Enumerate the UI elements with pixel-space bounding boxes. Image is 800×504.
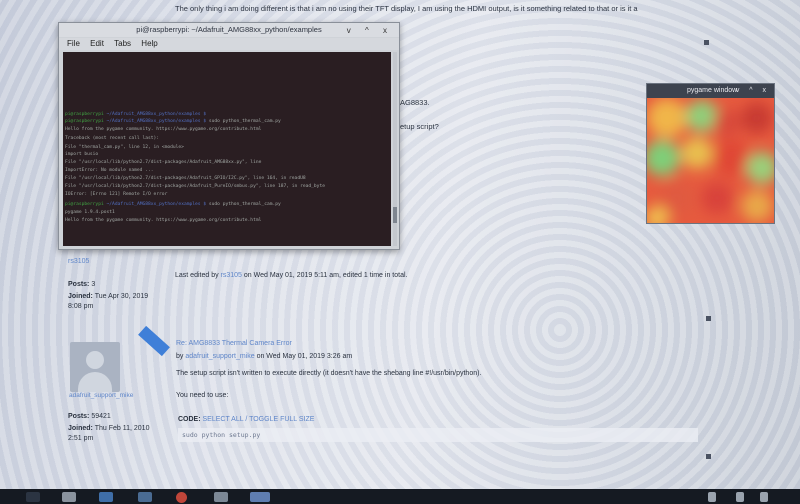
- terminal-line: pygame 1.9.4.post1: [65, 210, 115, 215]
- post-byline: by adafruit_support_mike on Wed May 01, …: [176, 353, 353, 360]
- post-author-link[interactable]: adafruit_support_mike: [185, 353, 254, 360]
- author-stats: Posts: 59421 Joined: Thu Feb 11, 2010 2:…: [68, 413, 150, 442]
- scrollbar-thumb[interactable]: [393, 207, 397, 223]
- system-tray-icon[interactable]: [736, 492, 744, 502]
- post-ribbon-badge: [138, 325, 170, 357]
- start-menu-icon[interactable]: [26, 492, 40, 502]
- avatar-body-shape: [78, 372, 112, 392]
- post-text-line: The only thing i am doing different is t…: [175, 4, 638, 13]
- terminal-title-bar[interactable]: pi@raspberrypi: ~/Adafruit_AMG88xx_pytho…: [59, 23, 399, 37]
- terminal-line: File "/usr/local/lib/python2.7/dist-pack…: [65, 176, 306, 181]
- terminal-line: pi@raspberrypi ~/Adafruit_AMG88xx_python…: [65, 202, 281, 207]
- window-controls[interactable]: v ^ x: [736, 84, 770, 98]
- avatar-head-shape: [86, 351, 104, 369]
- terminal-output[interactable]: pi@raspberrypi ~/Adafruit_AMG88xx_python…: [63, 52, 391, 246]
- edit-note-author-link[interactable]: rs3105: [221, 272, 242, 279]
- body-text-fragment: etup script?: [400, 122, 439, 131]
- terminal-title: pi@raspberrypi: ~/Adafruit_AMG88xx_pytho…: [136, 25, 322, 34]
- pygame-window[interactable]: pygame window v ^ x: [646, 83, 775, 224]
- terminal-line: Traceback (most recent call last):: [65, 136, 160, 141]
- post-square-icon[interactable]: [704, 40, 709, 45]
- avatar[interactable]: [70, 342, 120, 392]
- taskbar: [0, 489, 800, 504]
- post-square-icon[interactable]: [706, 316, 711, 321]
- menu-file[interactable]: File: [67, 39, 80, 48]
- window-controls[interactable]: v ^ x: [347, 24, 393, 38]
- terminal-line: File "/usr/local/lib/python2.7/dist-pack…: [65, 160, 262, 165]
- edit-note: Last edited by rs3105 on Wed May 01, 201…: [175, 272, 408, 279]
- terminal-scrollbar[interactable]: [393, 52, 397, 246]
- pygame-title-bar[interactable]: pygame window v ^ x: [647, 84, 774, 98]
- taskbar-app-icon[interactable]: [214, 492, 228, 502]
- taskbar-app-icon[interactable]: [62, 492, 76, 502]
- terminal-line: File "/usr/local/lib/python2.7/dist-pack…: [65, 184, 325, 189]
- terminal-line: import busio: [65, 152, 99, 157]
- post-title-link[interactable]: Re: AMG8833 Thermal Camera Error: [176, 340, 292, 347]
- post-author-link[interactable]: rs3105: [68, 258, 89, 265]
- body-text-fragment: AG8833.: [400, 98, 430, 107]
- taskbar-app-icon[interactable]: [99, 492, 113, 502]
- terminal-line: Hello from the pygame community. https:/…: [65, 218, 262, 223]
- menu-edit[interactable]: Edit: [90, 39, 104, 48]
- code-block[interactable]: sudo python setup.py: [178, 428, 698, 442]
- browser-icon[interactable]: [176, 492, 187, 503]
- terminal-line: IOError: [Errno 121] Remote I/O error: [65, 192, 168, 197]
- menu-tabs[interactable]: Tabs: [114, 39, 131, 48]
- author-stats: Posts: 3 Joined: Tue Apr 30, 2019 8:08 p…: [68, 281, 149, 310]
- system-tray-icon[interactable]: [760, 492, 768, 502]
- terminal-line: File "thermal_cam.py", line 12, in <modu…: [65, 145, 184, 150]
- terminal-window[interactable]: pi@raspberrypi: ~/Adafruit_AMG88xx_pytho…: [58, 22, 400, 250]
- post-body-text: The setup script isn't written to execut…: [176, 370, 482, 377]
- terminal-line: Hello from the pygame community. https:/…: [65, 127, 262, 132]
- post-author-link[interactable]: adafruit_support_mike: [69, 392, 133, 399]
- terminal-line: pi@raspberrypi ~/Adafruit_AMG88xx_python…: [65, 112, 207, 117]
- pygame-title: pygame window: [687, 87, 738, 94]
- system-tray-icon[interactable]: [708, 492, 716, 502]
- taskbar-app-icon[interactable]: [250, 492, 270, 502]
- terminal-line: pi@raspberrypi ~/Adafruit_AMG88xx_python…: [65, 119, 281, 124]
- taskbar-app-icon[interactable]: [138, 492, 152, 502]
- post-square-icon[interactable]: [706, 454, 711, 459]
- terminal-menu-bar: File Edit Tabs Help: [59, 38, 399, 50]
- code-header: CODE: SELECT ALL / TOGGLE FULL SIZE: [178, 416, 315, 423]
- menu-help[interactable]: Help: [141, 39, 157, 48]
- terminal-line: ImportError: No module named ...: [65, 168, 154, 173]
- thermal-heatmap-image: [647, 98, 774, 223]
- post-body-text: You need to use:: [176, 392, 229, 399]
- code-select-toggle-link[interactable]: SELECT ALL / TOGGLE FULL SIZE: [203, 416, 315, 423]
